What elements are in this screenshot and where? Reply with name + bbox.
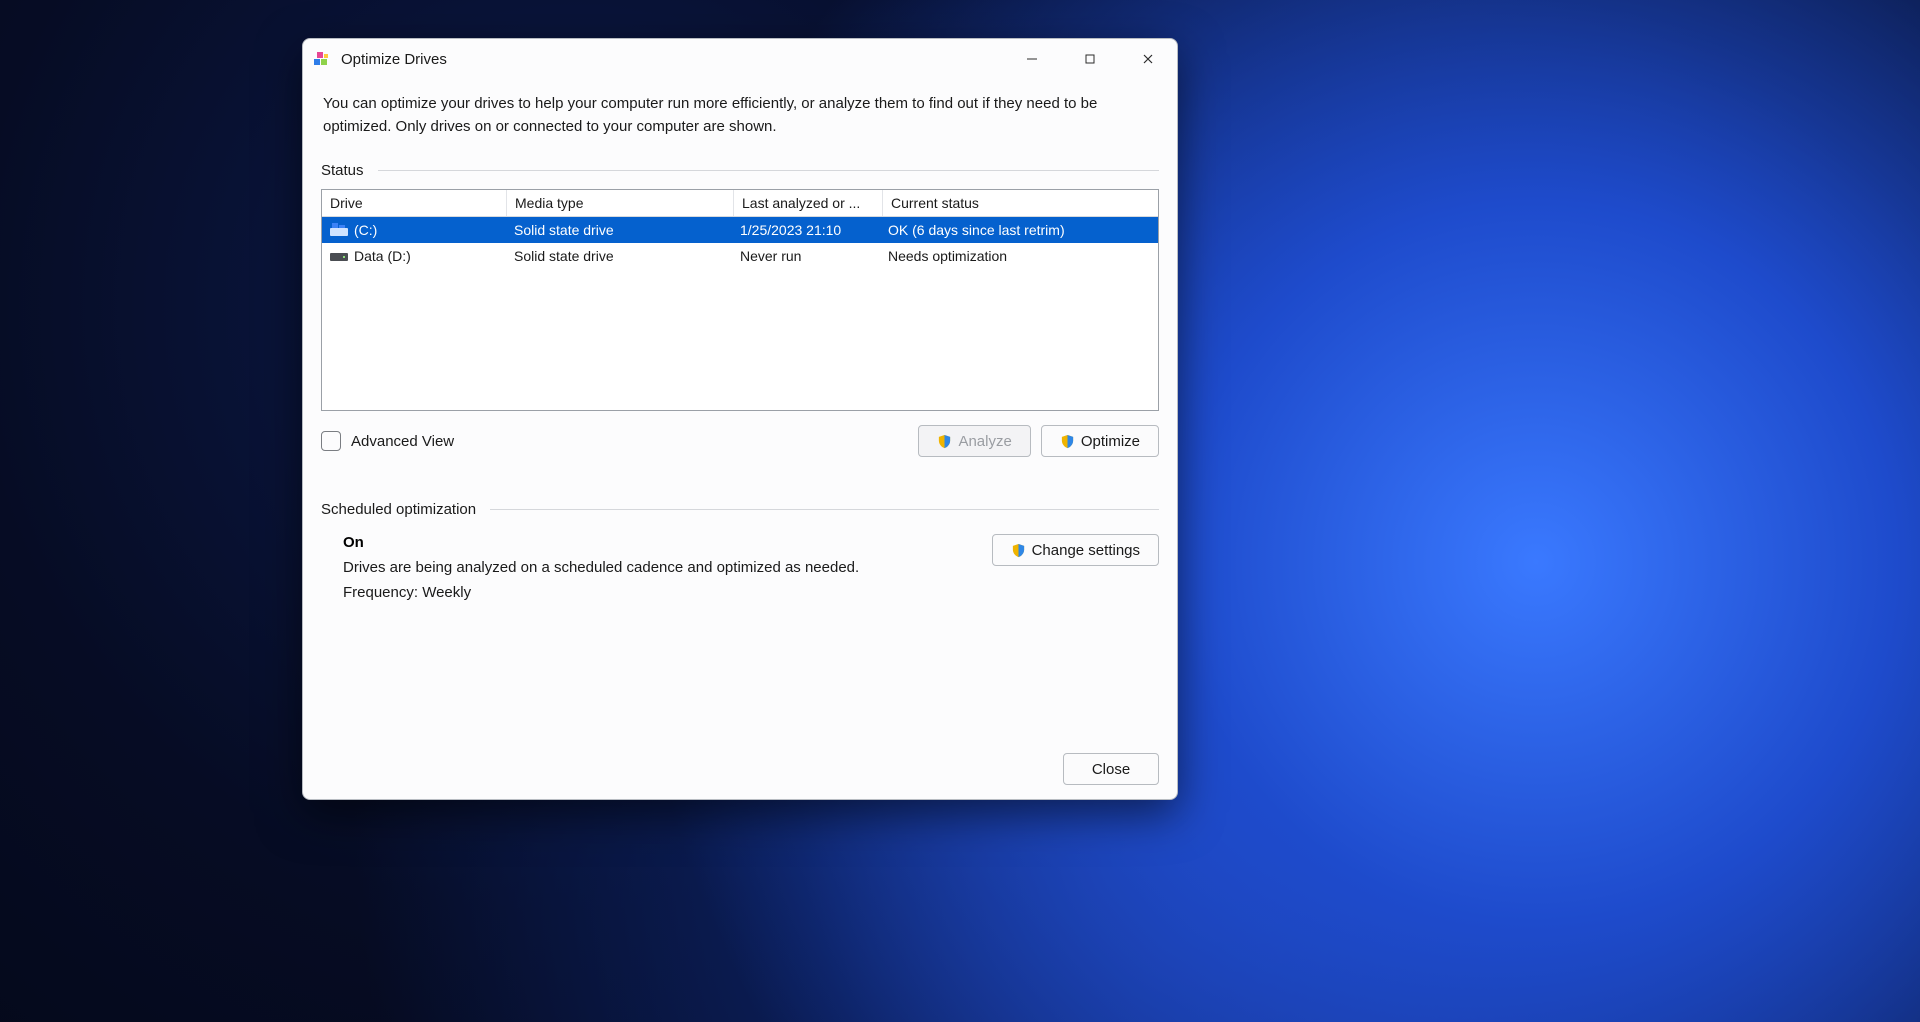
close-dialog-button[interactable]: Close bbox=[1063, 753, 1159, 785]
shield-icon bbox=[1011, 543, 1026, 558]
scheduled-section-label: Scheduled optimization bbox=[321, 501, 1159, 518]
change-settings-button[interactable]: Change settings bbox=[992, 534, 1159, 566]
status-label-text: Status bbox=[321, 162, 364, 179]
drives-table: Drive Media type Last analyzed or ... Cu… bbox=[321, 189, 1159, 411]
optimize-label: Optimize bbox=[1081, 433, 1140, 450]
scheduled-frequency: Frequency: Weekly bbox=[343, 584, 962, 601]
analyze-button: Analyze bbox=[918, 425, 1030, 457]
divider bbox=[378, 170, 1159, 171]
drive-last: 1/25/2023 21:10 bbox=[732, 222, 880, 238]
scheduled-description: Drives are being analyzed on a scheduled… bbox=[343, 559, 962, 576]
scheduled-state: On bbox=[343, 534, 962, 551]
os-drive-icon bbox=[330, 223, 348, 237]
close-label: Close bbox=[1092, 761, 1130, 778]
table-header: Drive Media type Last analyzed or ... Cu… bbox=[322, 190, 1158, 217]
advanced-view-label[interactable]: Advanced View bbox=[351, 433, 454, 450]
divider bbox=[490, 509, 1159, 510]
defrag-app-icon bbox=[313, 50, 331, 68]
drive-name: Data (D:) bbox=[354, 248, 411, 264]
close-button[interactable] bbox=[1119, 39, 1177, 79]
optimize-button[interactable]: Optimize bbox=[1041, 425, 1159, 457]
drive-status: Needs optimization bbox=[880, 248, 1158, 264]
window-controls bbox=[1003, 39, 1177, 79]
scheduled-label-text: Scheduled optimization bbox=[321, 501, 476, 518]
drive-status: OK (6 days since last retrim) bbox=[880, 222, 1158, 238]
shield-icon bbox=[1060, 434, 1075, 449]
minimize-button[interactable] bbox=[1003, 39, 1061, 79]
advanced-view-checkbox[interactable] bbox=[321, 431, 341, 451]
col-head-last[interactable]: Last analyzed or ... bbox=[734, 190, 883, 216]
status-section-label: Status bbox=[321, 162, 1159, 179]
col-head-drive[interactable]: Drive bbox=[322, 190, 507, 216]
drive-last: Never run bbox=[732, 248, 880, 264]
optimize-drives-window: Optimize Drives You can optimize your dr… bbox=[302, 38, 1178, 800]
drive-media: Solid state drive bbox=[506, 222, 732, 238]
status-actions: Advanced View Analyze Optimize bbox=[321, 425, 1159, 457]
data-drive-icon bbox=[330, 249, 348, 263]
shield-icon bbox=[937, 434, 952, 449]
change-settings-label: Change settings bbox=[1032, 542, 1140, 559]
table-body: (C:) Solid state drive 1/25/2023 21:10 O… bbox=[322, 217, 1158, 410]
drive-name: (C:) bbox=[354, 222, 377, 238]
col-head-media[interactable]: Media type bbox=[507, 190, 734, 216]
titlebar: Optimize Drives bbox=[303, 39, 1177, 79]
table-row[interactable]: Data (D:) Solid state drive Never run Ne… bbox=[322, 243, 1158, 269]
intro-text: You can optimize your drives to help you… bbox=[323, 93, 1157, 138]
scheduled-status: On Drives are being analyzed on a schedu… bbox=[343, 534, 962, 609]
window-title: Optimize Drives bbox=[341, 51, 1003, 68]
drive-media: Solid state drive bbox=[506, 248, 732, 264]
col-head-status[interactable]: Current status bbox=[883, 190, 1158, 216]
maximize-button[interactable] bbox=[1061, 39, 1119, 79]
table-row[interactable]: (C:) Solid state drive 1/25/2023 21:10 O… bbox=[322, 217, 1158, 243]
analyze-label: Analyze bbox=[958, 433, 1011, 450]
